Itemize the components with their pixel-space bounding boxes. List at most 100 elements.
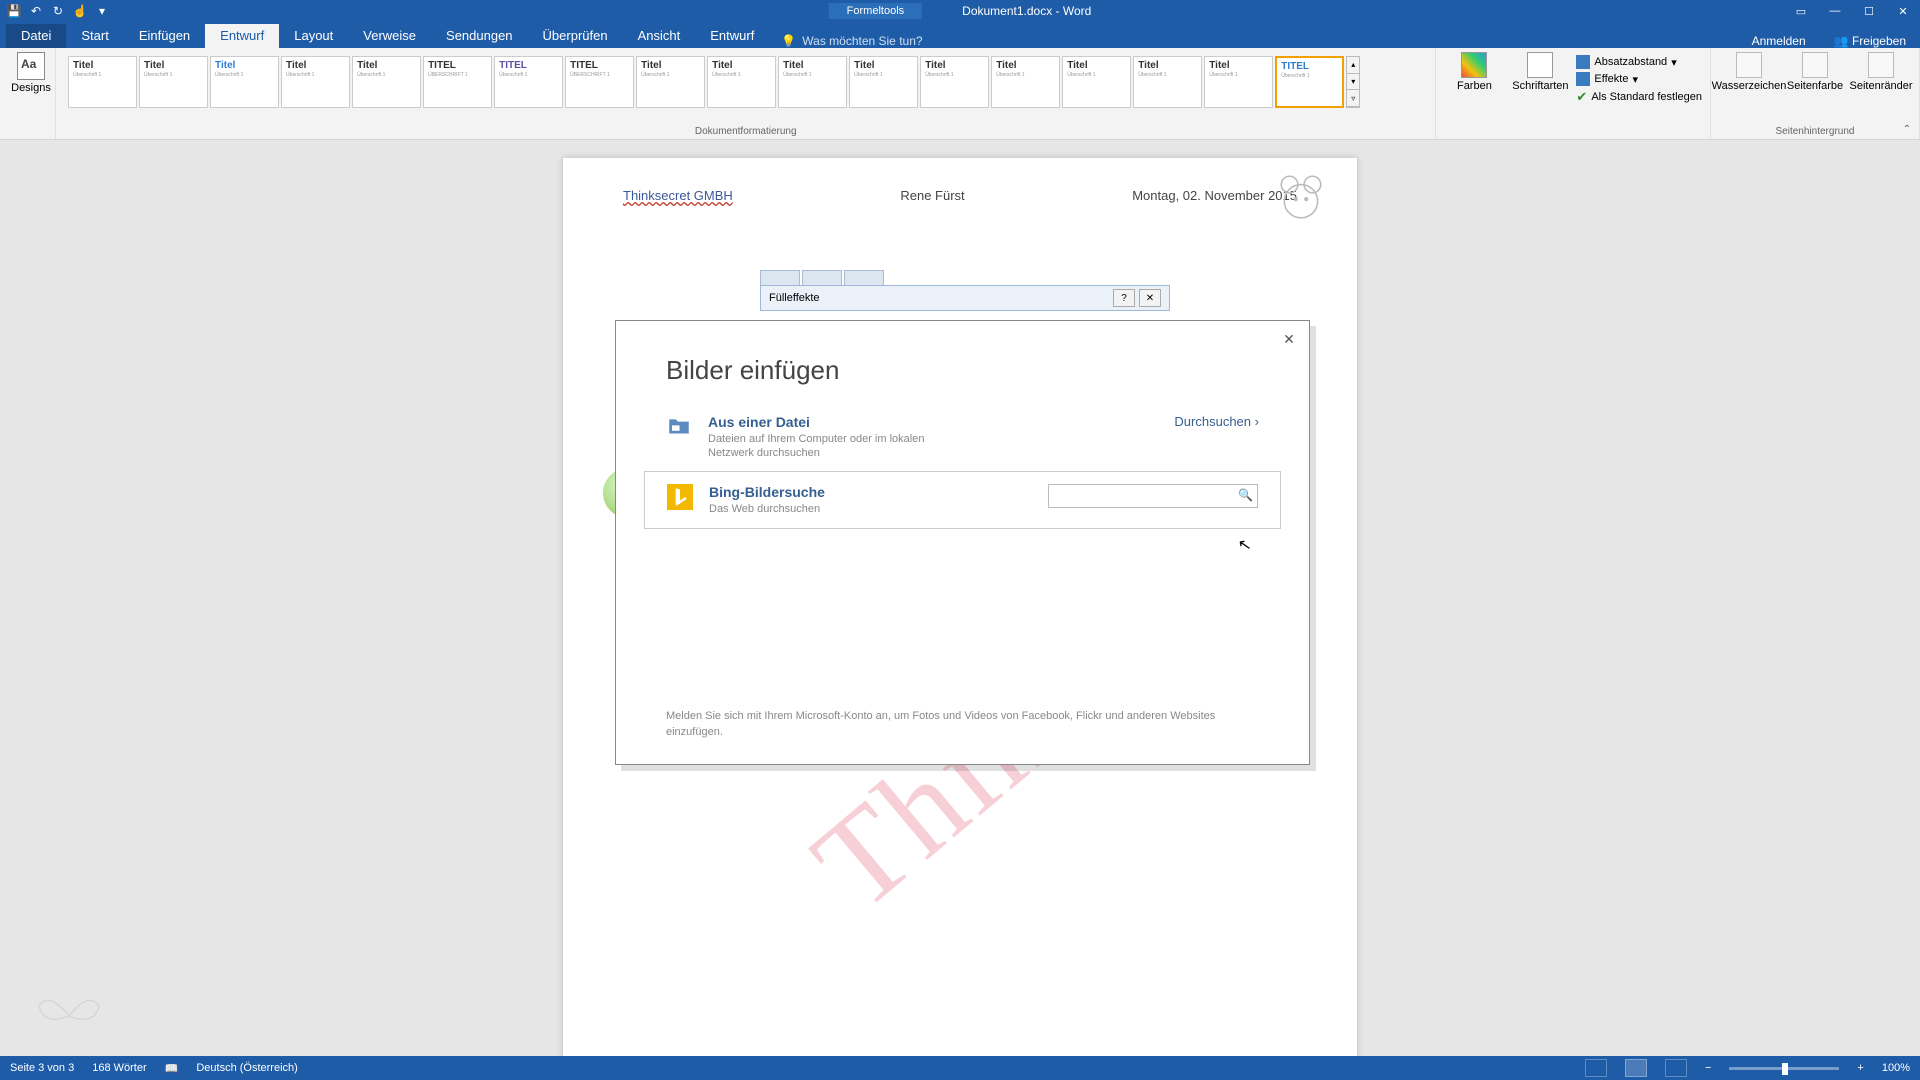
bing-icon: [667, 484, 693, 510]
proofing-icon[interactable]: 📖: [165, 1062, 179, 1075]
theme-thumb-8[interactable]: TitelÜberschrift 1: [636, 56, 705, 108]
theme-thumb-14[interactable]: TitelÜberschrift 1: [1062, 56, 1131, 108]
theme-thumb-13[interactable]: TitelÜberschrift 1: [991, 56, 1060, 108]
folder-icon: [666, 414, 692, 440]
sign-in-link[interactable]: Anmelden: [1738, 34, 1820, 48]
theme-thumb-0[interactable]: TitelÜberschrift 1: [68, 56, 137, 108]
spacing-icon: [1576, 55, 1590, 69]
tab-formula-design[interactable]: Entwurf: [695, 24, 769, 48]
theme-thumb-17[interactable]: TITELÜberschrift 1: [1275, 56, 1344, 108]
theme-thumb-5[interactable]: TITELÜBERSCHRIFT 1: [423, 56, 492, 108]
redo-icon[interactable]: ↻: [50, 3, 66, 19]
tab-start[interactable]: Start: [66, 24, 123, 48]
fill-effects-dialog-titlebar[interactable]: Fülleffekte ? ✕: [760, 285, 1170, 311]
help-icon[interactable]: ?: [1113, 289, 1135, 307]
search-icon[interactable]: 🔍: [1238, 488, 1253, 502]
check-icon: ✔: [1576, 89, 1587, 105]
fill-tab[interactable]: [760, 270, 800, 286]
paragraph-spacing-button[interactable]: Absatzabstand ▾: [1576, 54, 1702, 70]
theme-thumb-6[interactable]: TITELÜberschrift 1: [494, 56, 563, 108]
effects-button[interactable]: Effekte ▾: [1576, 71, 1702, 87]
bing-search-option[interactable]: Bing-Bildersuche Das Web durchsuchen 🔍: [644, 471, 1281, 529]
theme-thumb-7[interactable]: TITELÜBERSCHRIFT 1: [565, 56, 634, 108]
from-file-option[interactable]: Aus einer Datei Dateien auf Ihrem Comput…: [616, 404, 1309, 471]
page-borders-button[interactable]: Seitenränder: [1851, 52, 1911, 92]
tab-view[interactable]: Ansicht: [623, 24, 696, 48]
theme-thumb-15[interactable]: TitelÜberschrift 1: [1133, 56, 1202, 108]
header-company: Thinksecret GMBH: [623, 188, 733, 203]
gallery-scroll: ▴ ▾ ▿: [1346, 56, 1360, 108]
share-button[interactable]: 👥 Freigeben: [1820, 34, 1920, 48]
fonts-icon: [1527, 52, 1553, 78]
touch-icon[interactable]: ☝: [72, 3, 88, 19]
zoom-slider[interactable]: [1729, 1067, 1839, 1070]
theme-thumb-12[interactable]: TitelÜberschrift 1: [920, 56, 989, 108]
bing-search-box[interactable]: 🔍: [1048, 484, 1258, 508]
butterfly-decoration-icon: [34, 986, 104, 1046]
chevron-right-icon: ›: [1255, 414, 1259, 429]
zoom-thumb[interactable]: [1782, 1063, 1788, 1075]
fill-effects-title: Fülleffekte: [769, 292, 820, 304]
group-label-pagebg: Seitenhintergrund: [1719, 124, 1911, 137]
save-icon[interactable]: 💾: [6, 3, 22, 19]
status-words[interactable]: 168 Wörter: [92, 1062, 146, 1074]
fonts-button[interactable]: Schriftarten: [1510, 52, 1570, 92]
share-icon: 👥: [1834, 34, 1849, 48]
theme-thumb-16[interactable]: TitelÜberschrift 1: [1204, 56, 1273, 108]
fill-tab[interactable]: [802, 270, 842, 286]
zoom-in-icon[interactable]: +: [1857, 1062, 1863, 1074]
quick-access-toolbar: 💾 ↶ ↻ ☝ ▾: [0, 3, 110, 19]
fill-tab[interactable]: [844, 270, 884, 286]
status-bar: Seite 3 von 3 168 Wörter 📖 Deutsch (Öste…: [0, 1056, 1920, 1080]
maximize-icon[interactable]: ☐: [1852, 0, 1886, 22]
watermark-button[interactable]: Wasserzeichen: [1719, 52, 1779, 92]
status-page[interactable]: Seite 3 von 3: [10, 1062, 74, 1074]
close-dialog-icon[interactable]: ✕: [1139, 289, 1161, 307]
theme-thumb-3[interactable]: TitelÜberschrift 1: [281, 56, 350, 108]
tell-me-search[interactable]: 💡 Was möchten Sie tun?: [781, 34, 922, 48]
set-default-button[interactable]: ✔Als Standard festlegen: [1576, 88, 1702, 106]
bing-subtext: Das Web durchsuchen: [709, 502, 969, 516]
zoom-out-icon[interactable]: −: [1705, 1062, 1711, 1074]
from-file-subtext: Dateien auf Ihrem Computer oder im lokal…: [708, 432, 968, 461]
tab-file[interactable]: Datei: [6, 24, 66, 48]
theme-thumb-1[interactable]: TitelÜberschrift 1: [139, 56, 208, 108]
gallery-more-icon[interactable]: ▿: [1347, 90, 1359, 107]
lightbulb-icon: 💡: [781, 34, 796, 48]
close-icon[interactable]: ✕: [1279, 329, 1299, 349]
title-bar: 💾 ↶ ↻ ☝ ▾ Formeltools Dokument1.docx - W…: [0, 0, 1920, 22]
gallery-up-icon[interactable]: ▴: [1347, 57, 1359, 74]
status-language[interactable]: Deutsch (Österreich): [196, 1062, 297, 1074]
tab-review[interactable]: Überprüfen: [528, 24, 623, 48]
theme-thumb-10[interactable]: TitelÜberschrift 1: [778, 56, 847, 108]
minimize-icon[interactable]: —: [1818, 0, 1852, 22]
browse-link[interactable]: Durchsuchen ›: [1174, 414, 1259, 429]
theme-thumb-11[interactable]: TitelÜberschrift 1: [849, 56, 918, 108]
theme-thumb-4[interactable]: TitelÜberschrift 1: [352, 56, 421, 108]
theme-thumb-2[interactable]: TitelÜberschrift 1: [210, 56, 279, 108]
zoom-level[interactable]: 100%: [1882, 1062, 1910, 1074]
colors-button[interactable]: Farben: [1444, 52, 1504, 92]
read-mode-icon[interactable]: [1585, 1059, 1607, 1077]
watermark-icon: [1736, 52, 1762, 78]
group-label-docformat: Dokumentformatierung: [64, 124, 1427, 137]
close-window-icon[interactable]: ✕: [1886, 0, 1920, 22]
theme-thumb-9[interactable]: TitelÜberschrift 1: [707, 56, 776, 108]
tab-references[interactable]: Verweise: [348, 24, 431, 48]
page-color-button[interactable]: Seitenfarbe: [1785, 52, 1845, 92]
tab-insert[interactable]: Einfügen: [124, 24, 205, 48]
qat-dropdown-icon[interactable]: ▾: [94, 3, 110, 19]
themes-button[interactable]: Designs: [8, 52, 54, 94]
print-layout-icon[interactable]: [1625, 1059, 1647, 1077]
collapse-ribbon-icon[interactable]: ⌃: [1903, 124, 1911, 135]
tab-mailings[interactable]: Sendungen: [431, 24, 528, 48]
gallery-down-icon[interactable]: ▾: [1347, 74, 1359, 91]
themes-icon: [17, 52, 45, 80]
undo-icon[interactable]: ↶: [28, 3, 44, 19]
web-layout-icon[interactable]: [1665, 1059, 1687, 1077]
tab-layout[interactable]: Layout: [279, 24, 348, 48]
bing-search-input[interactable]: [1055, 485, 1233, 507]
ribbon-options-icon[interactable]: ▭: [1784, 0, 1818, 22]
tab-design[interactable]: Entwurf: [205, 24, 279, 48]
from-file-heading: Aus einer Datei: [708, 414, 1158, 430]
